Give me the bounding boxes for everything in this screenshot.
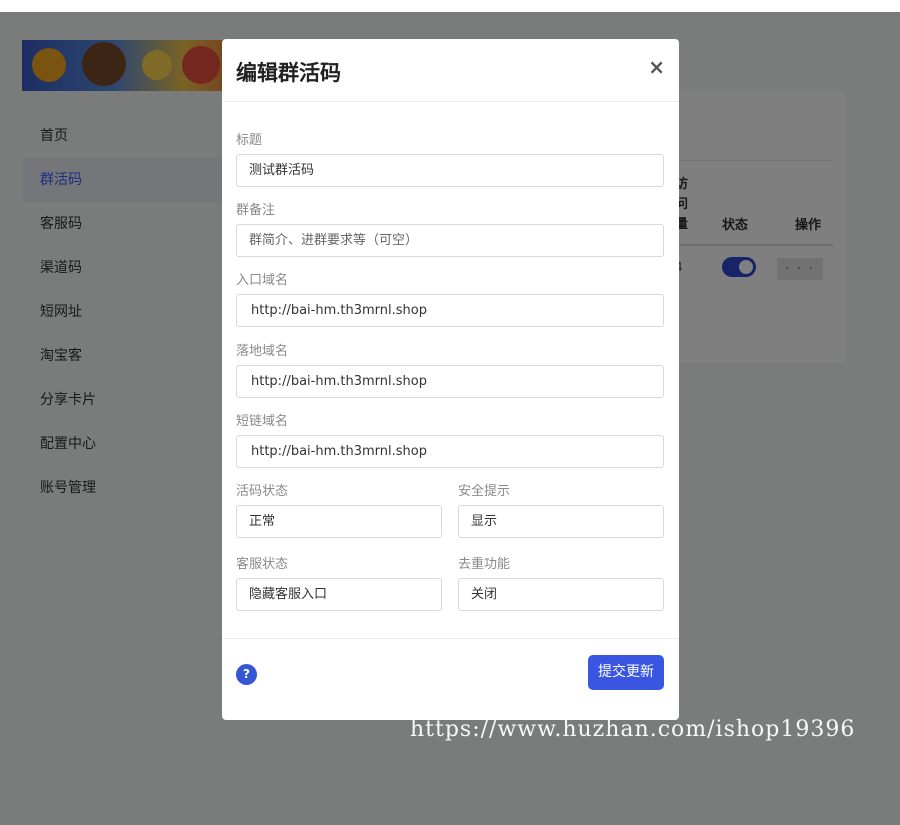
security-tip-label: 安全提示 [458, 484, 511, 499]
close-icon[interactable]: × [648, 55, 665, 79]
remark-label: 群备注 [236, 203, 276, 218]
top-strip [0, 0, 900, 12]
security-tip-select[interactable]: 显示 [458, 505, 664, 538]
title-field-group: 标题 测试群活码 [236, 131, 664, 187]
short-domain-label: 短链域名 [236, 414, 289, 429]
remark-field-group: 群备注 群简介、进群要求等（可空） [236, 201, 664, 257]
short-domain-field-group: 短链域名 http://bai-hm.th3mrnl.shop [236, 412, 664, 468]
dedupe-field-group: 去重功能 关闭 [458, 555, 664, 611]
title-label: 标题 [236, 133, 263, 148]
landing-domain-label: 落地域名 [236, 344, 289, 359]
dialog-title: 编辑群活码 [236, 61, 341, 85]
landing-domain-field-group: 落地域名 http://bai-hm.th3mrnl.shop [236, 342, 664, 398]
help-icon[interactable]: ? [236, 664, 257, 685]
code-status-field-group: 活码状态 正常 [236, 482, 442, 538]
remark-input[interactable]: 群简介、进群要求等（可空） [236, 224, 664, 257]
code-status-select[interactable]: 正常 [236, 505, 442, 538]
entry-domain-field-group: 入口域名 http://bai-hm.th3mrnl.shop [236, 271, 664, 327]
submit-update-button[interactable]: 提交更新 [588, 655, 664, 690]
service-status-label: 客服状态 [236, 557, 289, 572]
service-status-select[interactable]: 隐藏客服入口 [236, 578, 442, 611]
code-status-label: 活码状态 [236, 484, 289, 499]
dialog-header: 编辑群活码 × [222, 39, 679, 102]
dedupe-label: 去重功能 [458, 557, 511, 572]
security-tip-field-group: 安全提示 显示 [458, 482, 664, 538]
entry-domain-input[interactable]: http://bai-hm.th3mrnl.shop [236, 294, 664, 327]
landing-domain-input[interactable]: http://bai-hm.th3mrnl.shop [236, 365, 664, 398]
service-status-field-group: 客服状态 隐藏客服入口 [236, 555, 442, 611]
dialog-footer: ? 提交更新 [222, 639, 679, 719]
edit-group-code-dialog: 编辑群活码 × 标题 测试群活码 群备注 群简介、进群要求等（可空） 入口域名 … [222, 39, 679, 720]
short-domain-input[interactable]: http://bai-hm.th3mrnl.shop [236, 435, 664, 468]
entry-domain-label: 入口域名 [236, 273, 289, 288]
title-input[interactable]: 测试群活码 [236, 154, 664, 187]
dedupe-select[interactable]: 关闭 [458, 578, 664, 611]
dialog-body: 标题 测试群活码 群备注 群简介、进群要求等（可空） 入口域名 http://b… [222, 102, 679, 639]
watermark-text: https://www.huzhan.com/ishop19396 [410, 717, 856, 742]
